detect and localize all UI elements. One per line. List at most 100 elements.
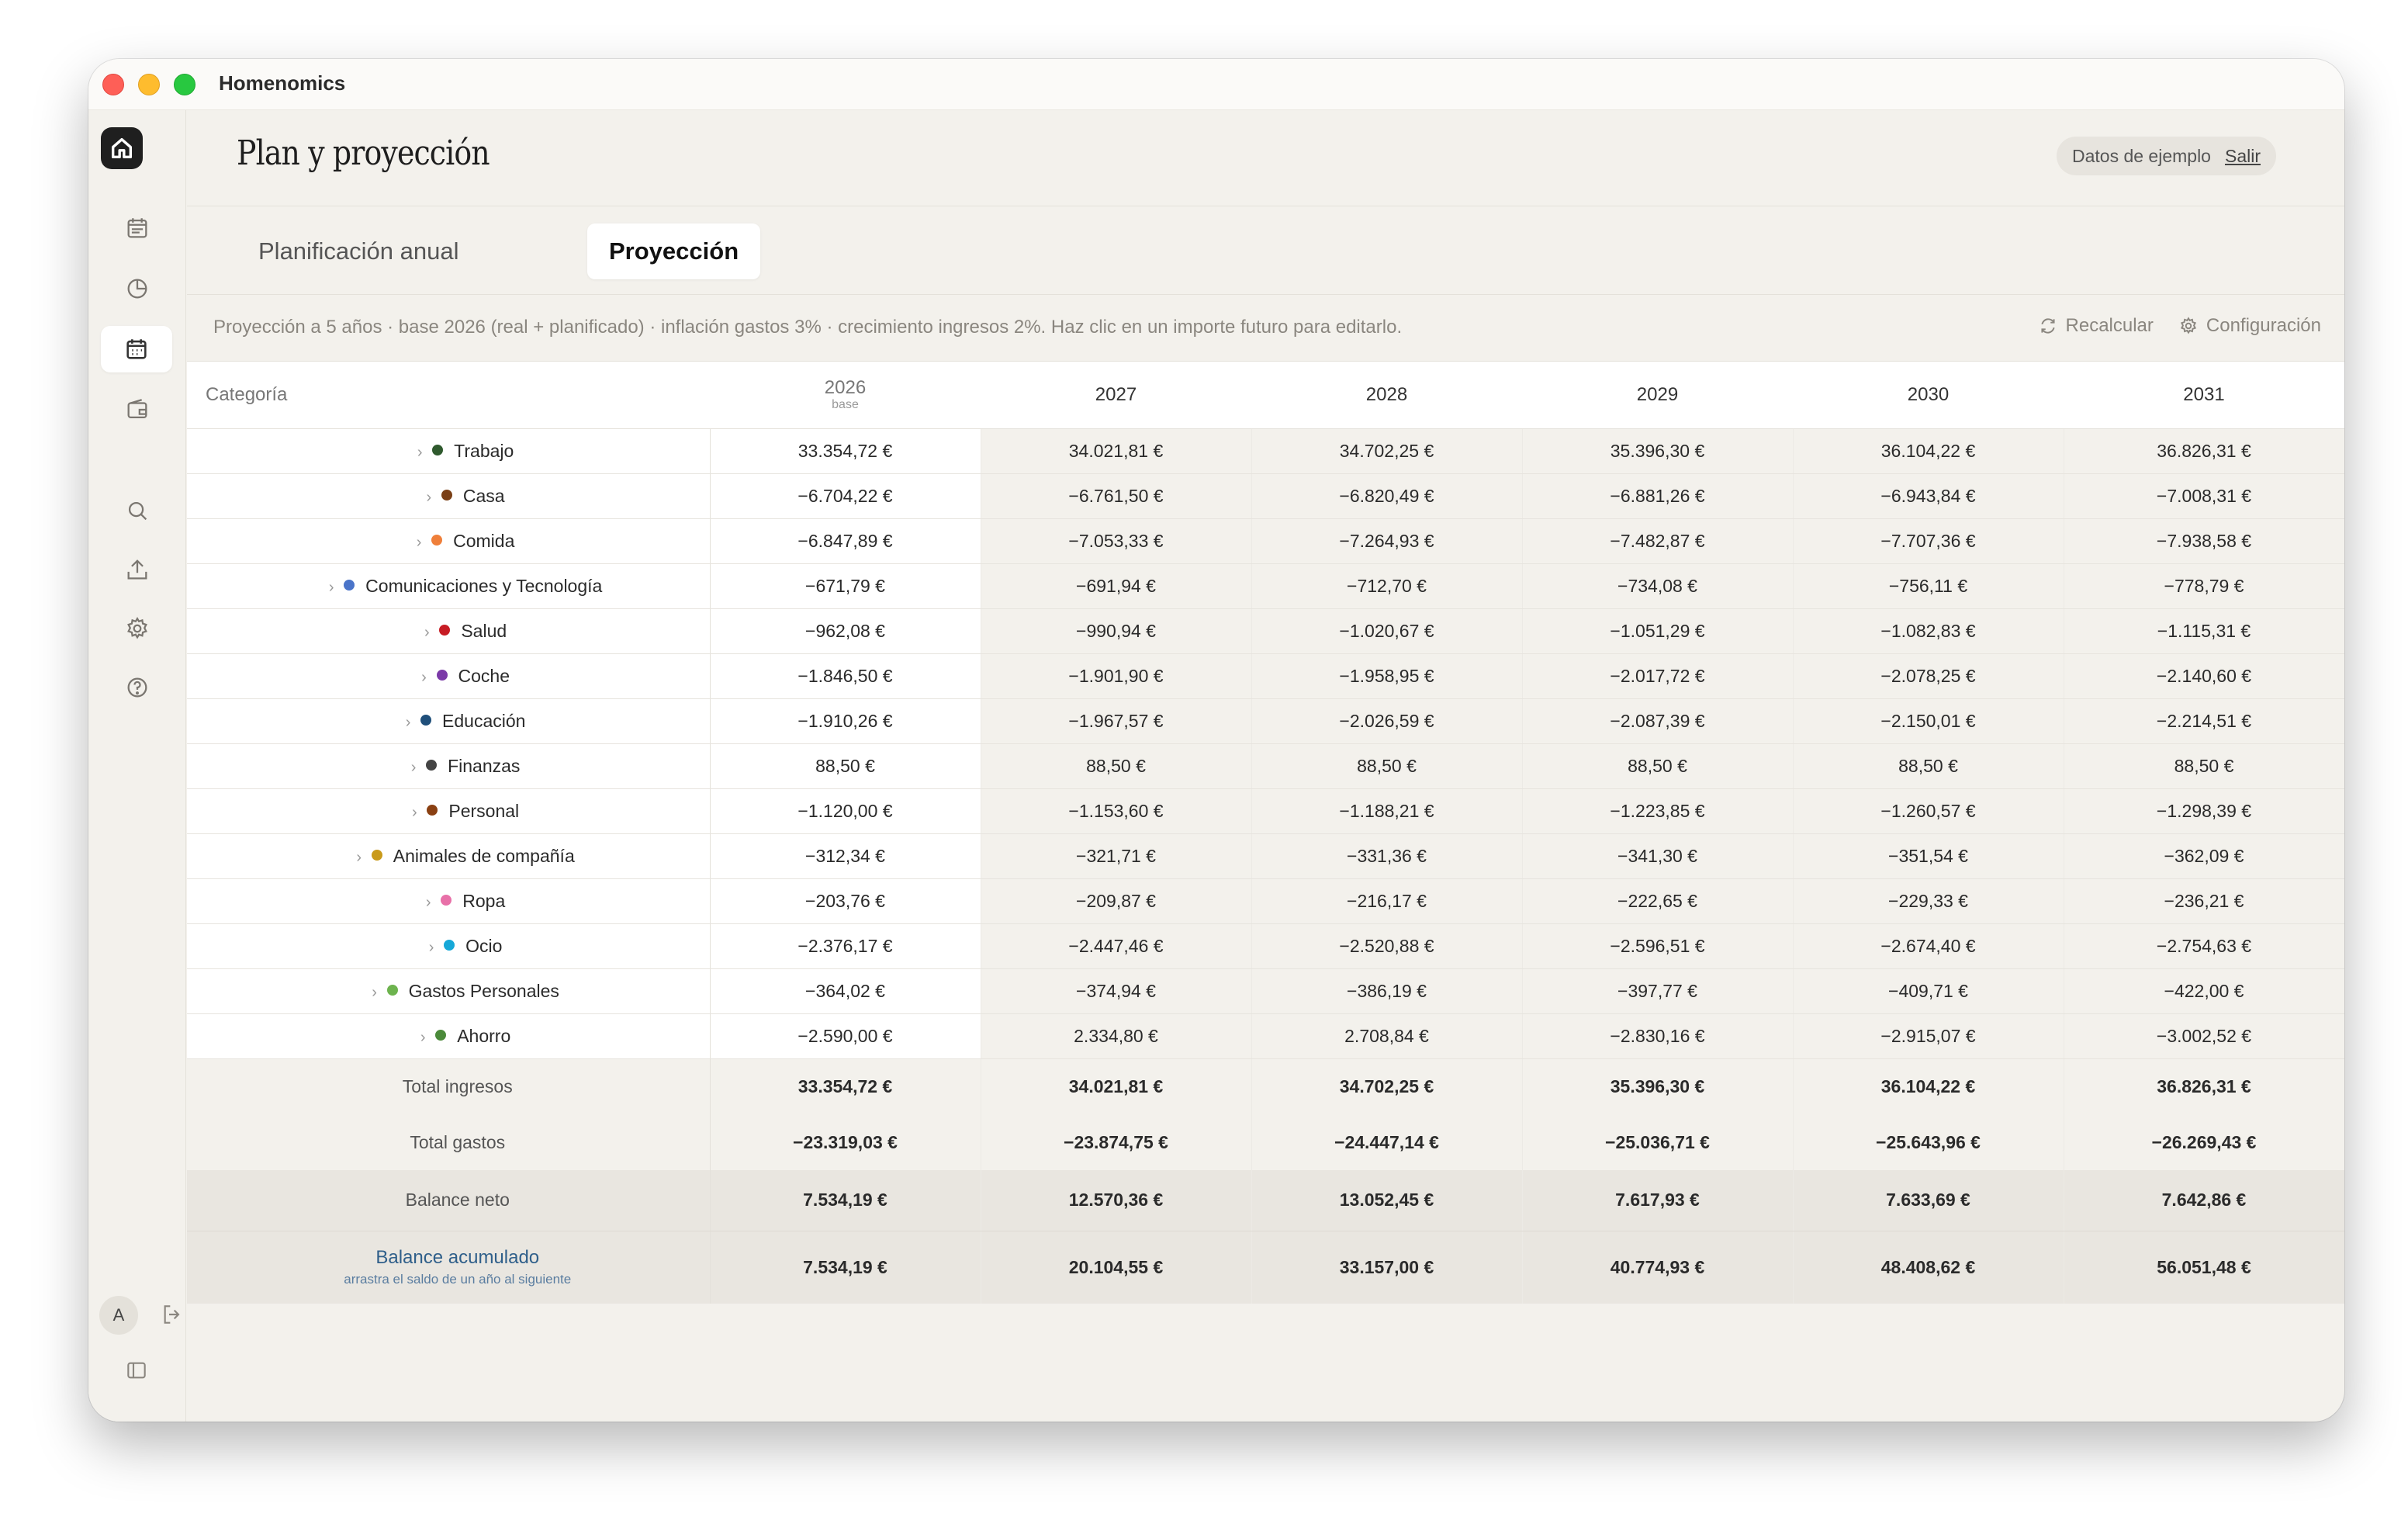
projected-amount-cell[interactable]: 88,50 €	[2064, 743, 2344, 789]
chevron-right-icon[interactable]: ›	[407, 534, 431, 552]
category-cell[interactable]: › Ocio	[187, 923, 711, 969]
projected-amount-cell[interactable]: −7.053,33 €	[981, 518, 1252, 564]
projected-amount-cell[interactable]: −1.958,95 €	[1251, 653, 1523, 699]
category-cell[interactable]: › Salud	[187, 608, 711, 654]
projected-amount-cell[interactable]: 36.826,31 €	[2064, 428, 2344, 474]
category-cell[interactable]: › Ropa	[187, 878, 711, 924]
projected-amount-cell[interactable]: −1.298,39 €	[2064, 788, 2344, 834]
category-cell[interactable]: › Trabajo	[187, 428, 711, 474]
category-cell[interactable]: › Finanzas	[187, 743, 711, 789]
chevron-right-icon[interactable]: ›	[419, 939, 444, 957]
projected-amount-cell[interactable]: 88,50 €	[981, 743, 1252, 789]
projected-amount-cell[interactable]: −6.761,50 €	[981, 473, 1252, 519]
projected-amount-cell[interactable]: −1.153,60 €	[981, 788, 1252, 834]
projected-amount-cell[interactable]: −222,65 €	[1522, 878, 1794, 924]
avatar[interactable]: A	[99, 1296, 138, 1335]
maximize-window-button[interactable]	[174, 74, 195, 95]
table-row[interactable]: › Comunicaciones y Tecnología −671,79 € −69…	[187, 563, 2344, 609]
projected-amount-cell[interactable]: −2.087,39 €	[1522, 698, 1794, 744]
projected-amount-cell[interactable]: −756,11 €	[1793, 563, 2064, 609]
minimize-window-button[interactable]	[138, 74, 160, 95]
sidebar-item-search[interactable]	[114, 487, 161, 534]
table-row[interactable]: › Educación −1.910,26 € −1.967,57 € −2.026,5…	[187, 698, 2344, 744]
projected-amount-cell[interactable]: 36.104,22 €	[1793, 428, 2064, 474]
table-row[interactable]: › Salud −962,08 € −990,94 € −1.020,67 € −1.05…	[187, 608, 2344, 654]
projected-amount-cell[interactable]: −1.967,57 €	[981, 698, 1252, 744]
projected-amount-cell[interactable]: −2.017,72 €	[1522, 653, 1794, 699]
projected-amount-cell[interactable]: −2.520,88 €	[1251, 923, 1523, 969]
projected-amount-cell[interactable]: −209,87 €	[981, 878, 1252, 924]
exit-sample-link[interactable]: Salir	[2225, 146, 2261, 167]
projected-amount-cell[interactable]: −6.943,84 €	[1793, 473, 2064, 519]
sidebar-toggle-icon[interactable]	[124, 1358, 149, 1383]
projected-amount-cell[interactable]: −1.260,57 €	[1793, 788, 2064, 834]
projected-amount-cell[interactable]: −2.596,51 €	[1522, 923, 1794, 969]
chevron-right-icon[interactable]: ›	[396, 714, 420, 732]
category-cell[interactable]: › Gastos Personales	[187, 968, 711, 1014]
configuration-button[interactable]: Configuración	[2178, 315, 2321, 337]
projected-amount-cell[interactable]: −2.214,51 €	[2064, 698, 2344, 744]
projected-amount-cell[interactable]: −778,79 €	[2064, 563, 2344, 609]
chevron-right-icon[interactable]: ›	[407, 444, 432, 462]
projected-amount-cell[interactable]: −2.150,01 €	[1793, 698, 2064, 744]
chevron-right-icon[interactable]: ›	[417, 489, 441, 507]
projected-amount-cell[interactable]: −422,00 €	[2064, 968, 2344, 1014]
projected-amount-cell[interactable]: −2.674,40 €	[1793, 923, 2064, 969]
logout-icon[interactable]	[160, 1302, 185, 1327]
sidebar-item-help[interactable]	[114, 664, 161, 711]
projected-amount-cell[interactable]: −2.140,60 €	[2064, 653, 2344, 699]
projected-amount-cell[interactable]: 2.708,84 €	[1251, 1013, 1523, 1059]
table-row[interactable]: › Ahorro −2.590,00 €2.334,80 €2.708,84 € −2…	[187, 1013, 2344, 1059]
category-cell[interactable]: › Casa	[187, 473, 711, 519]
projected-amount-cell[interactable]: −6.881,26 €	[1522, 473, 1794, 519]
projected-amount-cell[interactable]: 34.702,25 €	[1251, 428, 1523, 474]
table-row[interactable]: › Coche −1.846,50 € −1.901,90 € −1.958,95 € −…	[187, 653, 2344, 699]
category-cell[interactable]: › Personal	[187, 788, 711, 834]
projected-amount-cell[interactable]: −2.830,16 €	[1522, 1013, 1794, 1059]
chevron-right-icon[interactable]: ›	[362, 984, 387, 1002]
table-row[interactable]: › Ocio −2.376,17 € −2.447,46 € −2.520,88 € −2…	[187, 923, 2344, 969]
projected-amount-cell[interactable]: −351,54 €	[1793, 833, 2064, 879]
close-window-button[interactable]	[102, 74, 124, 95]
chevron-right-icon[interactable]: ›	[319, 579, 344, 597]
category-cell[interactable]: › Educación	[187, 698, 711, 744]
projected-amount-cell[interactable]: −1.223,85 €	[1522, 788, 1794, 834]
sidebar-item-plan[interactable]	[101, 326, 172, 372]
table-row[interactable]: › Finanzas 88,50 €88,50 €88,50 €88,50 €88,…	[187, 743, 2344, 789]
projected-amount-cell[interactable]: −2.915,07 €	[1793, 1013, 2064, 1059]
tab-projection[interactable]: Proyección	[587, 223, 761, 279]
category-cell[interactable]: › Animales de compañía	[187, 833, 711, 879]
sidebar-item-analytics[interactable]	[114, 265, 161, 312]
projected-amount-cell[interactable]: −2.078,25 €	[1793, 653, 2064, 699]
projected-amount-cell[interactable]: −6.820,49 €	[1251, 473, 1523, 519]
table-row[interactable]: › Personal −1.120,00 € −1.153,60 € −1.188,21…	[187, 788, 2344, 834]
chevron-right-icon[interactable]: ›	[416, 894, 441, 912]
projected-amount-cell[interactable]: −1.020,67 €	[1251, 608, 1523, 654]
projected-amount-cell[interactable]: −7.482,87 €	[1522, 518, 1794, 564]
projected-amount-cell[interactable]: −7.264,93 €	[1251, 518, 1523, 564]
projected-amount-cell[interactable]: −341,30 €	[1522, 833, 1794, 879]
table-row[interactable]: › Casa −6.704,22 € −6.761,50 € −6.820,49 € −6…	[187, 473, 2344, 519]
table-row[interactable]: › Trabajo 33.354,72 €34.021,81 €34.702,25 …	[187, 428, 2344, 474]
projected-amount-cell[interactable]: −7.938,58 €	[2064, 518, 2344, 564]
chevron-right-icon[interactable]: ›	[414, 624, 439, 642]
projected-amount-cell[interactable]: −236,21 €	[2064, 878, 2344, 924]
projected-amount-cell[interactable]: −1.901,90 €	[981, 653, 1252, 699]
recalculate-button[interactable]: Recalcular	[2038, 315, 2154, 337]
home-button[interactable]	[101, 127, 143, 169]
projected-amount-cell[interactable]: −734,08 €	[1522, 563, 1794, 609]
projected-amount-cell[interactable]: −321,71 €	[981, 833, 1252, 879]
table-row[interactable]: › Gastos Personales −364,02 € −374,94 € −386…	[187, 968, 2344, 1014]
projected-amount-cell[interactable]: −331,36 €	[1251, 833, 1523, 879]
projected-amount-cell[interactable]: −1.051,29 €	[1522, 608, 1794, 654]
category-cell[interactable]: › Coche	[187, 653, 711, 699]
projected-amount-cell[interactable]: 88,50 €	[1522, 743, 1794, 789]
projected-amount-cell[interactable]: −229,33 €	[1793, 878, 2064, 924]
projected-amount-cell[interactable]: 88,50 €	[1251, 743, 1523, 789]
sidebar-item-wallet[interactable]	[114, 386, 161, 433]
projected-amount-cell[interactable]: −386,19 €	[1251, 968, 1523, 1014]
sidebar-item-calendar-list[interactable]	[114, 205, 161, 251]
projected-amount-cell[interactable]: 88,50 €	[1793, 743, 2064, 789]
chevron-right-icon[interactable]: ›	[410, 1029, 435, 1047]
projected-amount-cell[interactable]: −7.707,36 €	[1793, 518, 2064, 564]
